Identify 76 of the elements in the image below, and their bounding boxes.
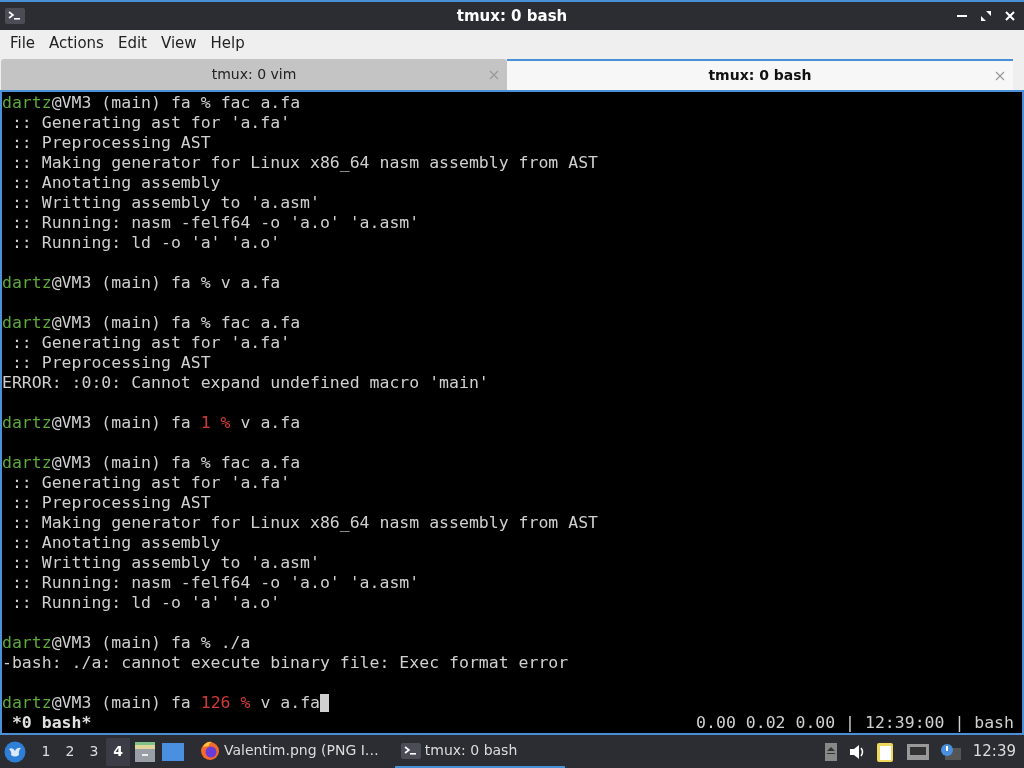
exit-status: % bbox=[200, 633, 211, 653]
prompt-user: dartz bbox=[2, 273, 52, 293]
start-menu-icon[interactable] bbox=[4, 740, 26, 763]
prompt-host: @VM3 (main) fa bbox=[51, 453, 191, 473]
terminal-icon bbox=[5, 8, 25, 24]
menu-item[interactable]: Actions bbox=[43, 31, 110, 55]
menu-item[interactable]: View bbox=[154, 31, 203, 55]
fox-globe-icon bbox=[200, 740, 220, 761]
maximize-icon[interactable] bbox=[981, 11, 991, 21]
terminal-output-line: :: Running: ld -o 'a' 'a.o' bbox=[10, 233, 281, 253]
terminal-output-line: :: Writting assembly to 'a.asm' bbox=[10, 193, 320, 213]
prompt-user: dartz bbox=[2, 453, 52, 473]
terminal-output-line: :: Anotating assembly bbox=[10, 533, 221, 553]
menu-item[interactable]: Help bbox=[204, 31, 251, 55]
terminal-output-line: :: Preprocessing AST bbox=[10, 493, 211, 513]
exit-status: % bbox=[200, 313, 211, 333]
terminal-output-line: :: Making generator for Linux x86_64 nasm assembly from AST bbox=[10, 513, 599, 533]
prompt-host: @VM3 (main) fa bbox=[51, 413, 191, 433]
terminal-icon bbox=[400, 742, 421, 759]
network-icon[interactable] bbox=[906, 743, 929, 760]
prompt-host: @VM3 (main) fa bbox=[51, 313, 191, 333]
terminal-output-line: :: Writting assembly to 'a.asm' bbox=[10, 553, 320, 573]
clock[interactable]: 12:39 bbox=[972, 740, 1020, 763]
terminal-output-line: :: Making generator for Linux x86_64 nasm assembly from AST bbox=[10, 153, 599, 173]
tmux-window-label: *0 bash* bbox=[10, 713, 92, 733]
prompt-user: dartz bbox=[2, 93, 52, 113]
prompt-user: dartz bbox=[2, 633, 52, 653]
prompt-user: dartz bbox=[2, 413, 52, 433]
terminal-output-line: :: Generating ast for 'a.fa' bbox=[10, 113, 291, 133]
command-text: v a.fa bbox=[240, 413, 301, 433]
terminal-output-line: :: Preprocessing AST bbox=[10, 133, 211, 153]
tmux-status-info: 0.00 0.02 0.00 | 12:39:00 | bash bbox=[696, 713, 1014, 733]
file-cabinet-icon[interactable] bbox=[134, 741, 156, 762]
exit-status: % bbox=[200, 453, 211, 473]
terminal-output-line: :: Generating ast for 'a.fa' bbox=[10, 333, 291, 353]
prompt-host: @VM3 (main) fa bbox=[51, 273, 191, 293]
exit-status: % bbox=[200, 93, 211, 113]
workspace-button[interactable]: 3 bbox=[82, 737, 106, 766]
prompt-user: dartz bbox=[2, 693, 52, 713]
terminal-output-line: :: Running: ld -o 'a' 'a.o' bbox=[10, 593, 281, 613]
window-title: tmux: 0 bash bbox=[455, 5, 569, 27]
command-text: fac a.fa bbox=[220, 453, 301, 473]
workspace-button[interactable]: 4 bbox=[106, 737, 130, 766]
speaker-icon[interactable] bbox=[848, 743, 865, 760]
taskbar-task[interactable]: Valentim.png (PNG I… bbox=[194, 735, 385, 768]
terminal-output-line: :: Generating ast for 'a.fa' bbox=[10, 473, 291, 493]
prompt-host: @VM3 (main) fa bbox=[51, 633, 191, 653]
clipboard-icon[interactable] bbox=[876, 741, 895, 762]
terminal-output-line: ERROR: :0:0: Cannot expand undefined macro 'main' bbox=[2, 373, 489, 393]
command-text: v a.fa bbox=[220, 273, 281, 293]
terminal-output-line: :: Running: nasm -felf64 -o 'a.o' 'a.asm' bbox=[10, 213, 420, 233]
terminal-output-line: -bash: ./a: cannot execute binary file: Exec format error bbox=[2, 653, 569, 673]
terminal-output-line: :: Anotating assembly bbox=[10, 173, 221, 193]
menu-item[interactable]: Edit bbox=[111, 31, 153, 55]
window-icon[interactable] bbox=[162, 742, 184, 761]
prompt-user: dartz bbox=[2, 313, 52, 333]
prompt-host: @VM3 (main) fa bbox=[51, 93, 191, 113]
taskbar-task[interactable]: tmux: 0 bash bbox=[394, 735, 565, 768]
exit-status: % bbox=[200, 273, 211, 293]
menu-item[interactable]: File bbox=[4, 31, 42, 55]
terminal-output-line: :: Running: nasm -felf64 -o 'a.o' 'a.asm' bbox=[10, 573, 420, 593]
command-text: v a.fa bbox=[260, 693, 321, 713]
command-text: fac a.fa bbox=[220, 93, 301, 113]
exit-status: 126 % bbox=[200, 693, 251, 713]
tab[interactable]: tmux: 0 bash bbox=[507, 59, 1013, 90]
command-text: fac a.fa bbox=[220, 313, 301, 333]
workspace-button[interactable]: 2 bbox=[58, 737, 82, 766]
terminal[interactable] bbox=[0, 90, 1024, 735]
exit-status: 1 % bbox=[200, 413, 231, 433]
eject-icon[interactable] bbox=[824, 742, 837, 761]
notification-icon[interactable] bbox=[940, 743, 961, 760]
tab[interactable]: tmux: 0 vim bbox=[1, 59, 507, 90]
command-text: ./a bbox=[220, 633, 251, 653]
workspace-button[interactable]: 1 bbox=[34, 737, 58, 766]
prompt-host: @VM3 (main) fa bbox=[51, 693, 191, 713]
terminal-output-line: :: Preprocessing AST bbox=[10, 353, 211, 373]
